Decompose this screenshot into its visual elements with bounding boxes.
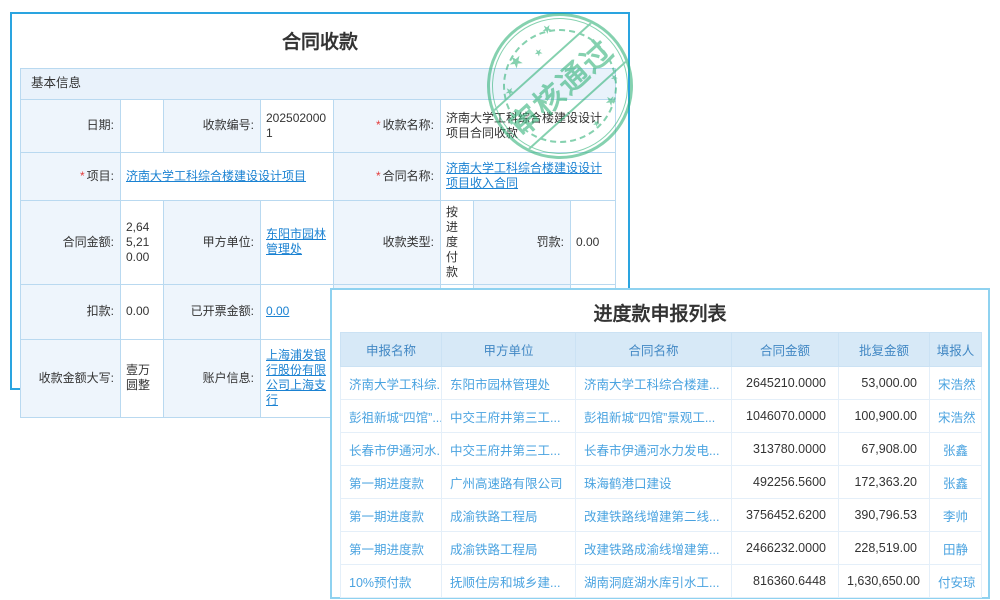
contract-name-link[interactable]: 湖南洞庭湖水库引水工... bbox=[576, 565, 732, 598]
project-link[interactable]: 济南大学工科综合楼建设设计项目 bbox=[126, 169, 306, 183]
contract-amount-cell: 492256.5600 bbox=[732, 466, 839, 499]
table-row: 第一期进度款 成渝铁路工程局 改建铁路线增建第二线... 3756452.620… bbox=[341, 499, 982, 532]
basic-info-section-header: 基本信息 bbox=[21, 69, 616, 100]
table-row: 济南大学工科综... 东阳市园林管理处 济南大学工科综合楼建... 264521… bbox=[341, 367, 982, 400]
col-header-declaration-name: 申报名称 bbox=[341, 333, 442, 367]
receipt-type-value: 按进度付款 bbox=[441, 200, 474, 284]
declaration-name-link[interactable]: 彭祖新城“四馆”... bbox=[341, 400, 442, 433]
contract-amount-cell: 1046070.0000 bbox=[732, 400, 839, 433]
progress-list-title: 进度款申报列表 bbox=[332, 290, 988, 326]
progress-table: 申报名称 甲方单位 合同名称 合同金额 批复金额 填报人 济南大学工科综... … bbox=[340, 332, 982, 598]
progress-list-panel: 进度款申报列表 申报名称 甲方单位 合同名称 合同金额 批复金额 填报人 济南大… bbox=[330, 288, 990, 599]
amount-in-words-label: 收款金额大写: bbox=[21, 339, 121, 417]
contract-amount-cell: 2466232.0000 bbox=[732, 532, 839, 565]
approved-amount-cell: 228,519.00 bbox=[839, 532, 930, 565]
contract-name-link[interactable]: 改建铁路成渝线增建第... bbox=[576, 532, 732, 565]
party-a-link[interactable]: 抚顺住房和城乡建... bbox=[442, 565, 576, 598]
penalty-value: 0.00 bbox=[571, 200, 616, 284]
approved-amount-cell: 390,796.53 bbox=[839, 499, 930, 532]
receipt-no-label: 收款编号: bbox=[164, 99, 261, 152]
required-marker: * bbox=[376, 118, 381, 132]
penalty-label: 罚款: bbox=[474, 200, 571, 284]
declaration-name-link[interactable]: 第一期进度款 bbox=[341, 499, 442, 532]
required-marker: * bbox=[80, 169, 85, 183]
table-row: 第一期进度款 成渝铁路工程局 改建铁路成渝线增建第... 2466232.000… bbox=[341, 532, 982, 565]
contract-name-label: *合同名称: bbox=[334, 152, 441, 200]
col-header-party-a: 甲方单位 bbox=[442, 333, 576, 367]
approved-amount-cell: 100,900.00 bbox=[839, 400, 930, 433]
declaration-name-link[interactable]: 济南大学工科综... bbox=[341, 367, 442, 400]
contract-amount-value: 2,645,210.00 bbox=[121, 200, 164, 284]
amount-in-words-value: 壹万圆整 bbox=[121, 339, 164, 417]
contract-amount-cell: 2645210.0000 bbox=[732, 367, 839, 400]
deduction-label: 扣款: bbox=[21, 284, 121, 339]
invoiced-amount-label: 已开票金额: bbox=[164, 284, 261, 339]
party-a-link[interactable]: 东阳市园林管理处 bbox=[442, 367, 576, 400]
table-row: 10%预付款 抚顺住房和城乡建... 湖南洞庭湖水库引水工... 816360.… bbox=[341, 565, 982, 598]
party-a-link[interactable]: 成渝铁路工程局 bbox=[442, 532, 576, 565]
submitter-link[interactable]: 宋浩然 bbox=[930, 367, 982, 400]
party-a-link[interactable]: 广州高速路有限公司 bbox=[442, 466, 576, 499]
table-row: 第一期进度款 广州高速路有限公司 珠海鹤港口建设 492256.5600 172… bbox=[341, 466, 982, 499]
approved-amount-cell: 53,000.00 bbox=[839, 367, 930, 400]
deduction-value: 0.00 bbox=[121, 284, 164, 339]
declaration-name-link[interactable]: 长春市伊通河水... bbox=[341, 433, 442, 466]
contract-receipt-title: 合同收款 bbox=[12, 14, 628, 54]
contract-amount-cell: 3756452.6200 bbox=[732, 499, 839, 532]
table-row: 长春市伊通河水... 中交王府井第三工... 长春市伊通河水力发电... 313… bbox=[341, 433, 982, 466]
party-a-link[interactable]: 中交王府井第三工... bbox=[442, 400, 576, 433]
receipt-name-label: *收款名称: bbox=[334, 99, 441, 152]
approved-amount-cell: 172,363.20 bbox=[839, 466, 930, 499]
approved-amount-cell: 1,630,650.00 bbox=[839, 565, 930, 598]
declaration-name-link[interactable]: 第一期进度款 bbox=[341, 466, 442, 499]
party-a-link[interactable]: 东阳市园林管理处 bbox=[266, 227, 326, 256]
submitter-link[interactable]: 宋浩然 bbox=[930, 400, 982, 433]
table-header-row: 申报名称 甲方单位 合同名称 合同金额 批复金额 填报人 bbox=[341, 333, 982, 367]
col-header-contract-amount: 合同金额 bbox=[732, 333, 839, 367]
contract-name-link[interactable]: 改建铁路线增建第二线... bbox=[576, 499, 732, 532]
submitter-link[interactable]: 田静 bbox=[930, 532, 982, 565]
submitter-link[interactable]: 李帅 bbox=[930, 499, 982, 532]
party-a-link[interactable]: 成渝铁路工程局 bbox=[442, 499, 576, 532]
submitter-link[interactable]: 张鑫 bbox=[930, 466, 982, 499]
date-label: 日期: bbox=[21, 99, 121, 152]
required-marker: * bbox=[376, 169, 381, 183]
col-header-submitter: 填报人 bbox=[930, 333, 982, 367]
col-header-approved-amount: 批复金额 bbox=[839, 333, 930, 367]
party-a-label: 甲方单位: bbox=[164, 200, 261, 284]
date-value bbox=[121, 99, 164, 152]
receipt-no-value: 2025020001 bbox=[261, 99, 334, 152]
col-header-contract-name: 合同名称 bbox=[576, 333, 732, 367]
submitter-link[interactable]: 付安琼 bbox=[930, 565, 982, 598]
contract-name-link[interactable]: 济南大学工科综合楼建... bbox=[576, 367, 732, 400]
party-a-link[interactable]: 中交王府井第三工... bbox=[442, 433, 576, 466]
declaration-name-link[interactable]: 10%预付款 bbox=[341, 565, 442, 598]
contract-name-link[interactable]: 长春市伊通河水力发电... bbox=[576, 433, 732, 466]
submitter-link[interactable]: 张鑫 bbox=[930, 433, 982, 466]
contract-name-link[interactable]: 彭祖新城“四馆”景观工... bbox=[576, 400, 732, 433]
table-row: 彭祖新城“四馆”... 中交王府井第三工... 彭祖新城“四馆”景观工... 1… bbox=[341, 400, 982, 433]
contract-amount-label: 合同金额: bbox=[21, 200, 121, 284]
contract-name-link[interactable]: 珠海鹤港口建设 bbox=[576, 466, 732, 499]
receipt-type-label: 收款类型: bbox=[334, 200, 441, 284]
invoiced-amount-link[interactable]: 0.00 bbox=[266, 304, 289, 318]
receipt-name-value: 济南大学工科综合楼建设设计项目合同收款 bbox=[441, 99, 616, 152]
contract-amount-cell: 313780.0000 bbox=[732, 433, 839, 466]
contract-name-link[interactable]: 济南大学工科综合楼建设设计项目收入合同 bbox=[446, 161, 602, 190]
contract-amount-cell: 816360.6448 bbox=[732, 565, 839, 598]
declaration-name-link[interactable]: 第一期进度款 bbox=[341, 532, 442, 565]
approved-amount-cell: 67,908.00 bbox=[839, 433, 930, 466]
project-label: *项目: bbox=[21, 152, 121, 200]
account-info-link[interactable]: 上海浦发银行股份有限公司上海支行 bbox=[266, 348, 326, 407]
account-info-label: 账户信息: bbox=[164, 339, 261, 417]
